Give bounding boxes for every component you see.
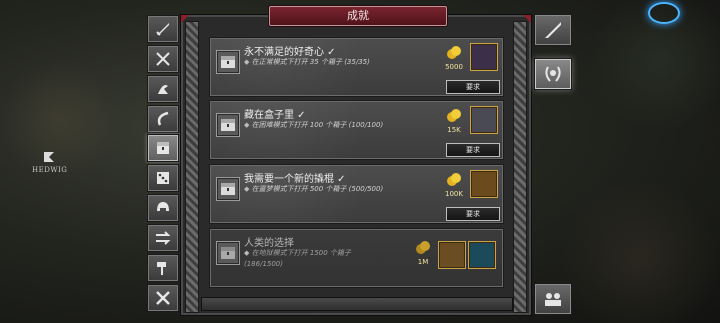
chest-icon: [221, 56, 235, 68]
bullet-icon: ◆: [244, 185, 252, 193]
tab-luck[interactable]: [147, 164, 179, 192]
achievement-description: ◆ 在正常模式下打开 35 个箱子 (35/35): [244, 58, 370, 66]
gold-coins-icon: [416, 241, 430, 254]
bullet-icon: ◆: [244, 121, 252, 129]
achievement-card: 藏在盒子里 ✓ ◆ 在困难模式下打开 100 个箱子 (100/100) 15K…: [209, 100, 504, 160]
achievement-chest-badge: [216, 50, 240, 74]
hero-marker[interactable]: HEDWIG: [32, 150, 68, 174]
panel-title: 成就: [269, 6, 447, 26]
achievement-chest-badge: [216, 241, 240, 265]
tab-combat[interactable]: [147, 45, 179, 73]
sword-icon: [156, 23, 169, 36]
gold-amount: 100K: [445, 190, 463, 198]
gold-amount: 5000: [445, 63, 463, 71]
item-reward[interactable]: [470, 170, 498, 198]
item-reward[interactable]: [438, 241, 466, 269]
gold-amount: 15K: [447, 126, 461, 134]
panel-footer: [201, 297, 513, 311]
bullet-icon: ◆: [244, 58, 252, 66]
gold-coins-icon: [447, 46, 461, 59]
tab-weapons[interactable]: [147, 15, 179, 43]
achievement-description: ◆ 在噩梦模式下打开 500 个箱子 (500/500): [244, 185, 384, 193]
bullet-icon: ◆: [244, 249, 252, 257]
skill-icon: [158, 85, 168, 94]
gold-amount: 1M: [417, 258, 429, 266]
achievement-description: ◆ 在困难模式下打开 100 个箱子 (100/100): [244, 121, 384, 129]
achievement-title: 我需要一个新的撬棍 ✓: [244, 174, 346, 185]
gold-coins-icon: [447, 109, 461, 122]
frame-border-left: [185, 21, 199, 313]
chest-icon: [157, 142, 169, 154]
hero-name: HEDWIG: [32, 166, 68, 174]
achievement-chest-badge: [216, 177, 240, 201]
crossed-swords-icon: [156, 52, 170, 66]
claim-button[interactable]: 要求: [446, 80, 500, 94]
portal-light: [648, 2, 680, 24]
frame-corner: [523, 15, 531, 23]
achievement-card: 我需要一个新的撬棍 ✓ ◆ 在噩梦模式下打开 500 个箱子 (500/500)…: [209, 164, 504, 224]
gold-reward: 1M: [413, 239, 433, 275]
chest-icon: [221, 247, 235, 259]
gold-reward: 15K: [444, 107, 464, 143]
tab-ranged[interactable]: [147, 224, 179, 252]
hero-icon: [44, 152, 54, 162]
chest-icon: [221, 119, 235, 131]
achievement-title: 人类的选择: [244, 238, 294, 249]
achievement-title: 藏在盒子里 ✓: [244, 110, 306, 121]
chest-icon: [221, 183, 235, 195]
achievement-title: 永不满足的好奇心 ✓: [244, 47, 336, 58]
sword-icon: [545, 22, 561, 38]
tab-right-weapons[interactable]: [534, 14, 572, 46]
gold-coins-icon: [447, 173, 461, 186]
helmet-icon: [157, 202, 169, 211]
tab-skills[interactable]: [147, 75, 179, 103]
achievement-card: 永不满足的好奇心 ✓ ◆ 在正常模式下打开 35 个箱子 (35/35) 500…: [209, 37, 504, 97]
dice-icon: [157, 172, 169, 184]
achievement-card: 人类的选择 ◆ 在地狱模式下打开 1500 个箱子 (186/1500) 1M: [209, 228, 504, 288]
tab-forge[interactable]: [147, 284, 179, 312]
group-icon: [545, 293, 561, 306]
achievement-description: ◆ 在地狱模式下打开 1500 个箱子 (186/1500): [244, 249, 351, 268]
hammer-icon: [157, 262, 166, 275]
curve-icon: [157, 111, 169, 126]
laurel-icon: [545, 66, 561, 82]
arrows-icon: [156, 231, 171, 245]
achievements-panel: 成就 永不满足的好奇心 ✓ ◆ 在正常模式下打开 35 个箱子 (35/35) …: [180, 6, 532, 316]
item-reward[interactable]: [470, 106, 498, 134]
achievement-chest-badge: [216, 113, 240, 137]
claim-button[interactable]: 要求: [446, 143, 500, 157]
tab-chests[interactable]: [147, 134, 179, 162]
tab-armor[interactable]: [147, 194, 179, 222]
item-reward-secondary[interactable]: [468, 241, 496, 269]
tab-crafting[interactable]: [147, 254, 179, 282]
item-reward[interactable]: [470, 43, 498, 71]
tab-right-achievements[interactable]: [534, 58, 572, 90]
frame-corner: [181, 15, 189, 23]
claim-button[interactable]: 要求: [446, 207, 500, 221]
frame-border-right: [513, 21, 527, 313]
gold-reward: 100K: [444, 171, 464, 207]
gold-reward: 5000: [444, 44, 464, 80]
tab-right-social[interactable]: [534, 283, 572, 315]
crossed-hammers-icon: [156, 291, 170, 305]
tab-magic[interactable]: [147, 105, 179, 133]
